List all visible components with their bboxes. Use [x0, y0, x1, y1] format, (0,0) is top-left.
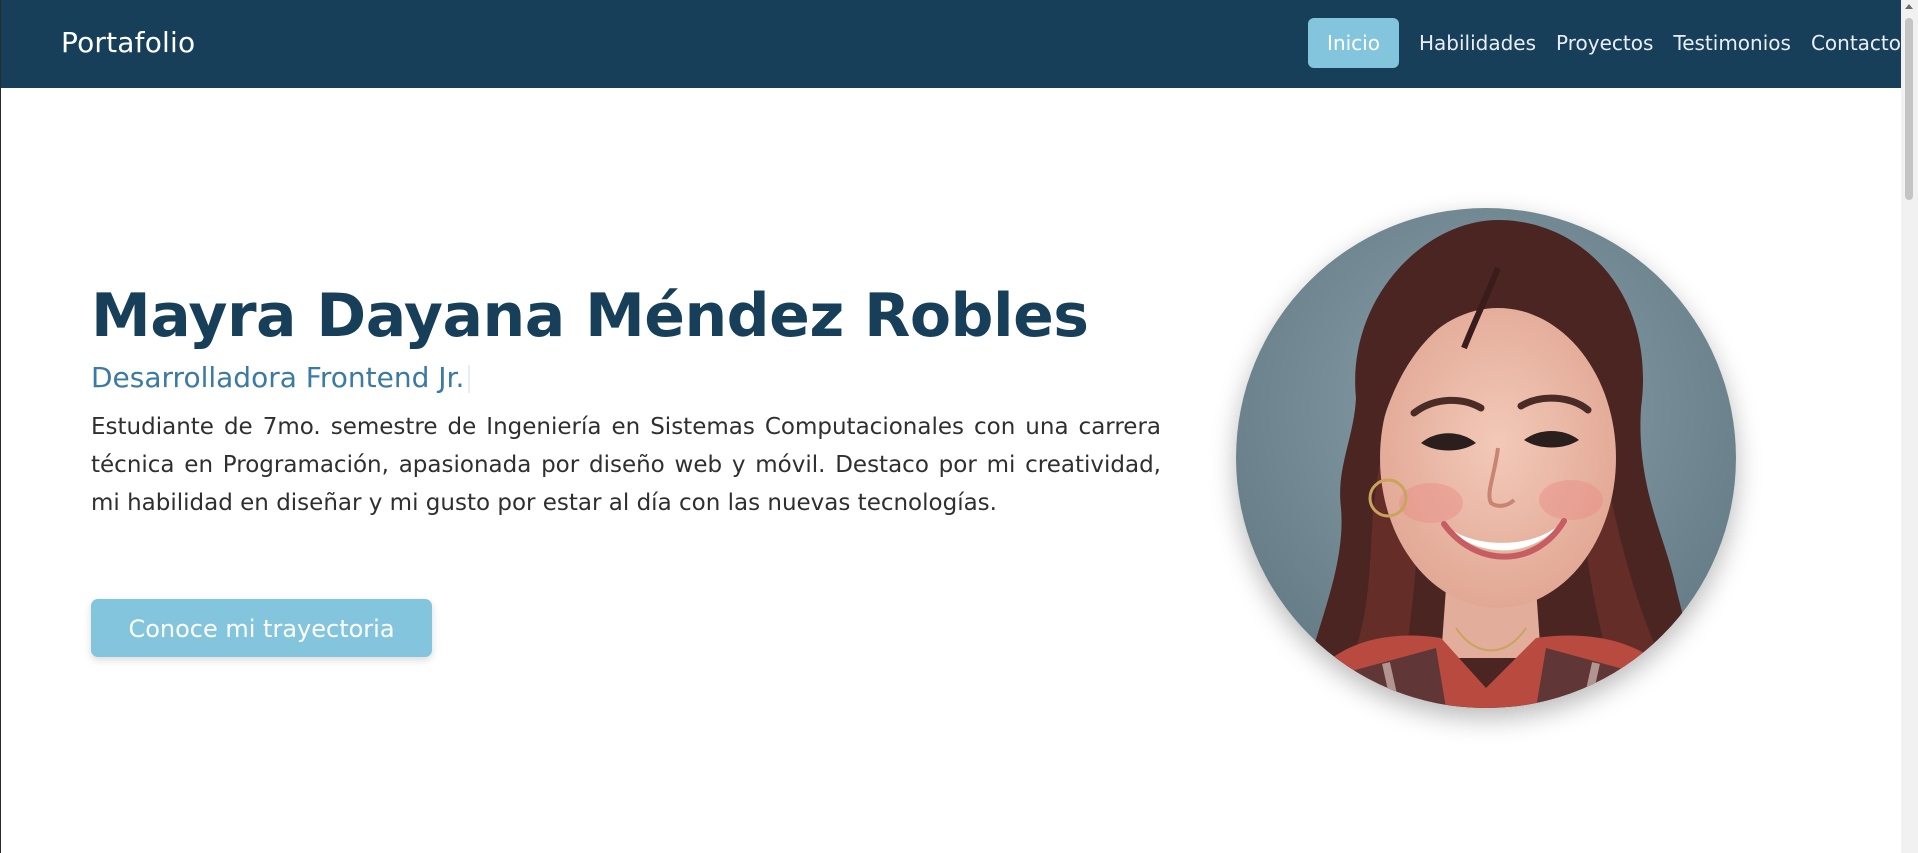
- nav-link-habilidades[interactable]: Habilidades: [1419, 18, 1536, 68]
- nav-link-inicio[interactable]: Inicio: [1308, 18, 1399, 68]
- scrollbar-thumb[interactable]: [1905, 18, 1913, 200]
- nav-link-testimonios[interactable]: Testimonios: [1673, 18, 1791, 68]
- typing-cursor: [468, 365, 471, 393]
- profile-photo: [1236, 208, 1736, 708]
- hero-name: Mayra Dayana Méndez Robles: [91, 281, 1089, 351]
- nav-menu: Inicio Habilidades Proyectos Testimonios…: [1308, 18, 1901, 68]
- window-left-border: [0, 0, 1, 853]
- hero-section: Mayra Dayana Méndez Robles Desarrollador…: [91, 280, 1161, 545]
- cta-trajectory-button[interactable]: Conoce mi trayectoria: [91, 599, 432, 657]
- scroll-up-arrow-icon[interactable]: [1905, 4, 1913, 9]
- hero-role: Desarrolladora Frontend Jr.: [91, 360, 1161, 396]
- page-scrollbar[interactable]: [1901, 0, 1918, 853]
- nav-link-contacto[interactable]: Contacto: [1811, 18, 1901, 68]
- profile-photo-illustration: [1236, 208, 1736, 708]
- hero-role-text: Desarrolladora Frontend Jr.: [91, 361, 465, 394]
- nav-link-proyectos[interactable]: Proyectos: [1556, 18, 1653, 68]
- brand-logo[interactable]: Portafolio: [61, 0, 195, 88]
- top-navbar: Portafolio Inicio Habilidades Proyectos …: [1, 0, 1901, 88]
- hero-bio: Estudiante de 7mo. semestre de Ingenierí…: [91, 414, 1161, 516]
